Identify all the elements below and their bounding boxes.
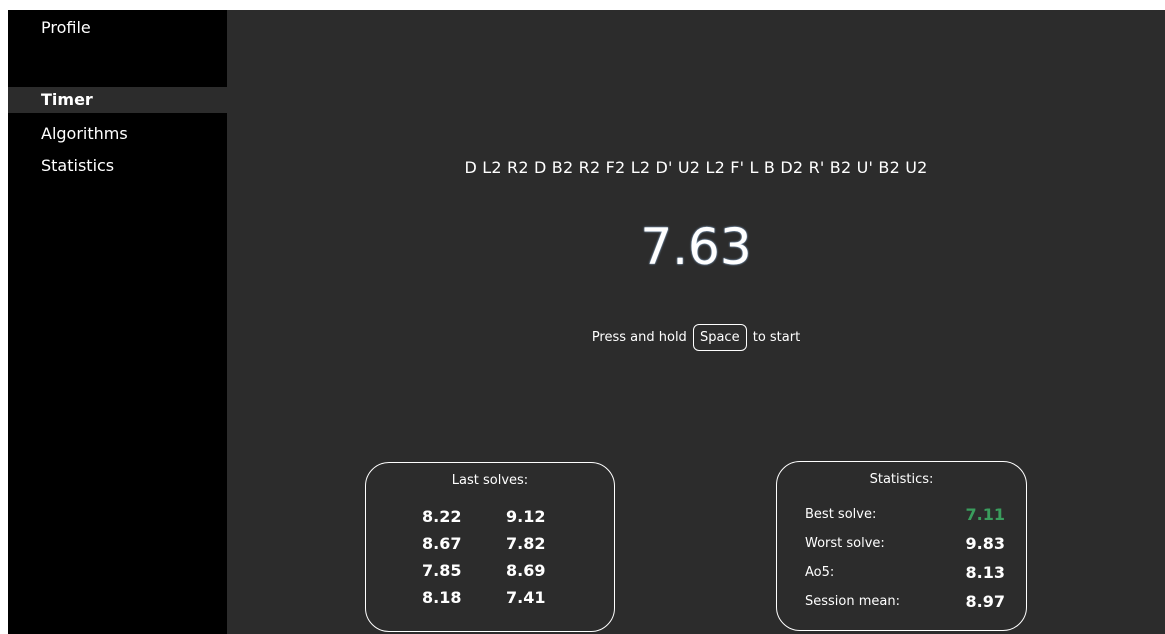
solve-value: 7.41 <box>506 588 546 607</box>
statistics-card: Statistics: Best solve: 7.11 Worst solve… <box>776 461 1027 631</box>
stat-label-worst: Worst solve: <box>805 536 885 551</box>
stat-label-ao5: Ao5: <box>805 565 835 580</box>
stat-row-session-mean: Session mean: 8.97 <box>805 587 1005 616</box>
scramble-text: D L2 R2 D B2 R2 F2 L2 D' U2 L2 F' L B D2… <box>464 158 928 177</box>
solve-value: 8.22 <box>422 507 462 526</box>
last-solves-title: Last solves: <box>451 473 529 488</box>
statistics-title: Statistics: <box>869 472 934 487</box>
stat-label-session-mean: Session mean: <box>805 594 900 609</box>
solve-value: 7.82 <box>506 534 546 553</box>
hint-text-after: to start <box>752 330 801 345</box>
statistics-list: Best solve: 7.11 Worst solve: 9.83 Ao5: … <box>805 500 1005 616</box>
stat-value-session-mean: 8.97 <box>965 592 1005 611</box>
sidebar: Profile Timer Algorithms Statistics <box>8 10 227 634</box>
stat-row-ao5: Ao5: 8.13 <box>805 558 1005 587</box>
stat-value-worst: 9.83 <box>965 534 1005 553</box>
stat-value-best: 7.11 <box>965 505 1005 524</box>
last-solves-grid: 8.22 9.12 8.67 7.82 7.85 8.69 8.18 7.41 <box>422 505 566 610</box>
stat-value-ao5: 8.13 <box>965 563 1005 582</box>
hint-text-before: Press and hold <box>591 330 687 345</box>
stat-label-best: Best solve: <box>805 507 877 522</box>
space-key: Space <box>692 324 747 351</box>
sidebar-item-timer[interactable]: Timer <box>8 87 227 113</box>
solve-value: 8.18 <box>422 588 462 607</box>
sidebar-item-algorithms[interactable]: Algorithms <box>8 124 227 143</box>
app-window: Profile Timer Algorithms Statistics D L2… <box>8 10 1165 634</box>
last-solves-card: Last solves: 8.22 9.12 8.67 7.82 7.85 8.… <box>365 462 615 632</box>
solve-value: 7.85 <box>422 561 462 580</box>
solve-value: 9.12 <box>506 507 546 526</box>
stat-row-worst: Worst solve: 9.83 <box>805 529 1005 558</box>
timer-display: 7.63 <box>640 218 752 276</box>
solve-value: 8.69 <box>506 561 546 580</box>
stat-row-best: Best solve: 7.11 <box>805 500 1005 529</box>
solve-value: 8.67 <box>422 534 462 553</box>
sidebar-item-profile[interactable]: Profile <box>8 18 227 37</box>
start-hint: Press and hold Space to start <box>227 324 1165 351</box>
sidebar-item-statistics[interactable]: Statistics <box>8 156 227 175</box>
